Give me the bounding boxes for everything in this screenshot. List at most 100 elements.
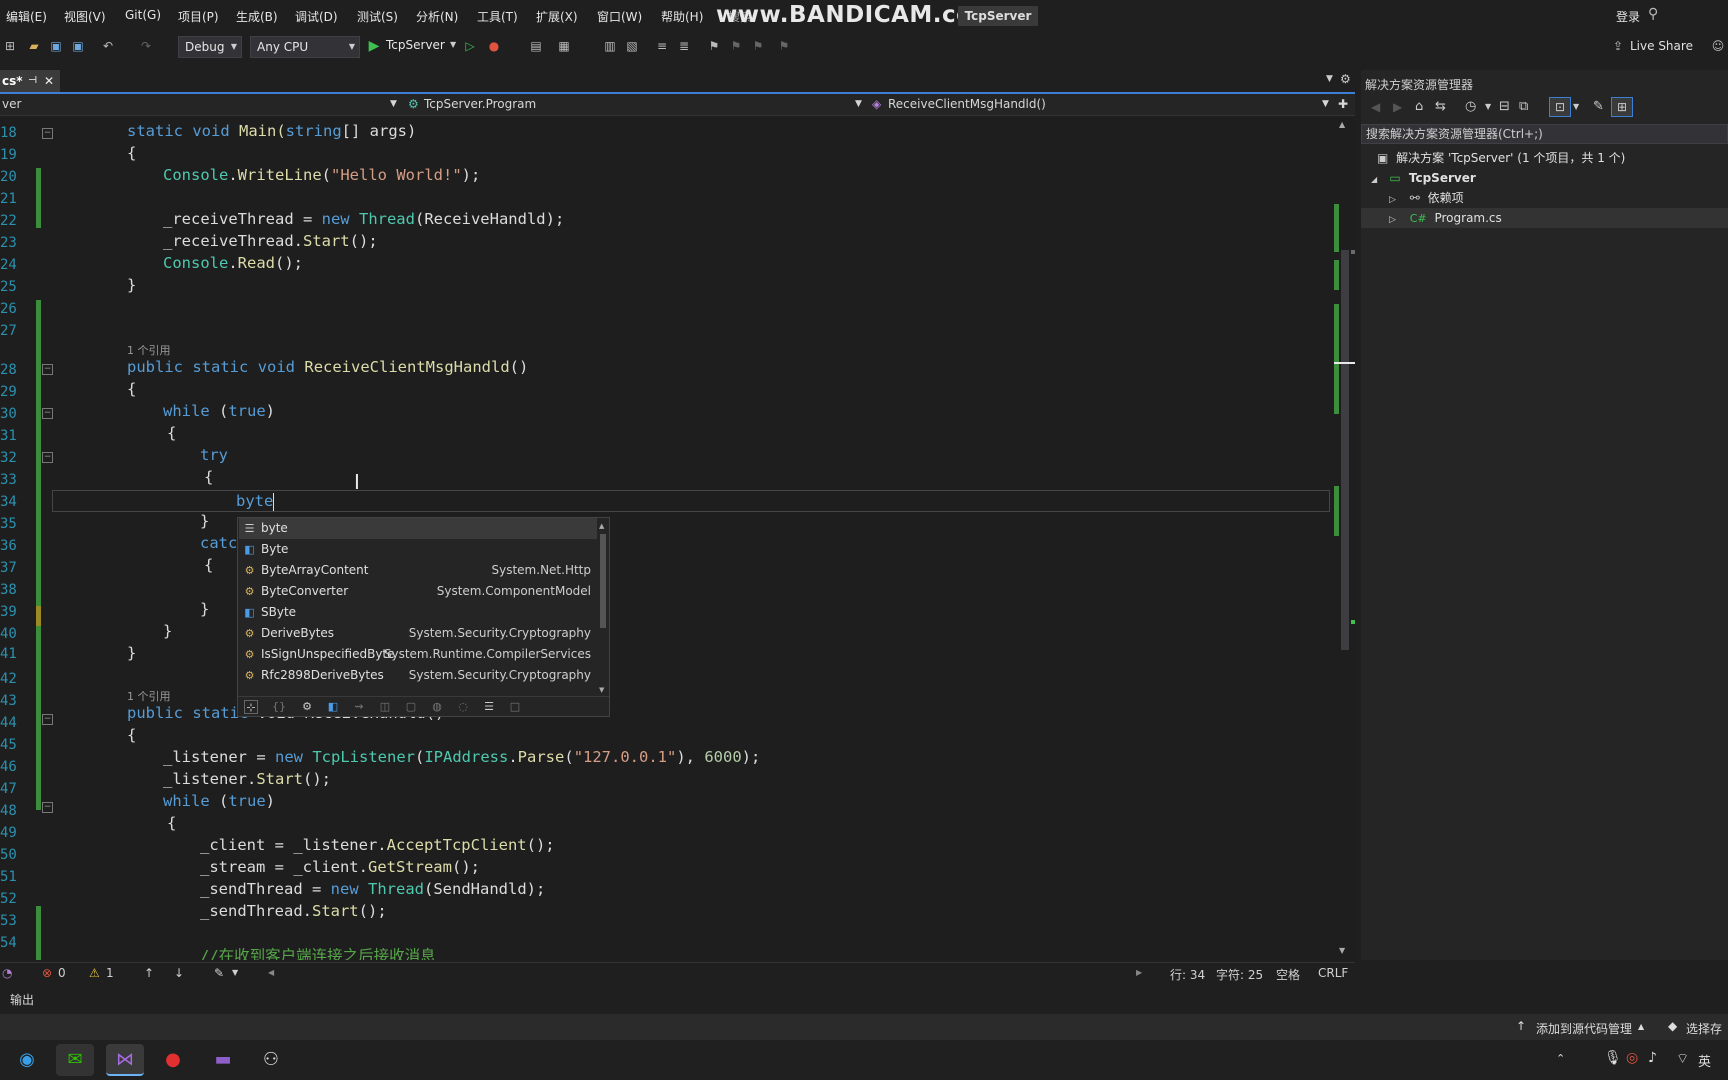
fold-toggle-icon[interactable]: −: [42, 364, 53, 375]
completion-item[interactable]: ◧ SByte: [239, 602, 597, 623]
split-icon[interactable]: ✚: [1338, 97, 1348, 111]
home-icon[interactable]: ⌂: [1415, 99, 1423, 114]
edge-icon[interactable]: ◉: [8, 1044, 46, 1076]
menu-view[interactable]: 视图(V): [64, 8, 106, 25]
app-icon[interactable]: ⚇: [252, 1044, 290, 1076]
close-icon[interactable]: ✕: [44, 70, 54, 92]
bandicam-icon[interactable]: ●: [154, 1044, 192, 1076]
undo-icon[interactable]: ↶: [100, 38, 116, 54]
struct-filter-icon[interactable]: ◧: [326, 700, 340, 714]
event-filter-icon[interactable]: ◌: [456, 700, 470, 714]
prev-issue-icon[interactable]: ↑: [144, 966, 154, 980]
copilot-icon[interactable]: ◔: [2, 966, 12, 980]
menu-edit[interactable]: 编辑(E): [6, 8, 47, 25]
completion-item[interactable]: ◧ Byte: [239, 539, 597, 560]
start-without-debug-icon[interactable]: ▷: [462, 38, 478, 54]
platform-dropdown[interactable]: Any CPU ▼: [250, 36, 360, 58]
show-all-files-icon[interactable]: ⊡: [1549, 97, 1571, 117]
pending-changes-icon[interactable]: ◷: [1465, 99, 1476, 114]
bookmark-prev-icon[interactable]: ⚑: [728, 38, 744, 54]
cursor-char[interactable]: 字符: 25: [1216, 966, 1263, 983]
error-count[interactable]: 0: [58, 966, 66, 980]
chevron-up-icon[interactable]: ⌃: [1556, 1052, 1565, 1065]
fold-toggle-icon[interactable]: −: [42, 452, 53, 463]
completion-item[interactable]: ⚙ ByteArrayContent System.Net.Http: [239, 560, 597, 581]
chevron-down-icon[interactable]: ▼: [855, 99, 862, 109]
menu-help[interactable]: 帮助(H): [661, 8, 703, 25]
run-target-label[interactable]: TcpServer: [386, 38, 445, 52]
repo-icon[interactable]: ◆: [1668, 1019, 1677, 1033]
sync-icon[interactable]: ⊟: [1499, 99, 1510, 114]
completion-scrollbar[interactable]: ▲ ▼: [599, 522, 607, 698]
menu-analyze[interactable]: 分析(N): [416, 8, 458, 25]
live-share-icon[interactable]: ⇪: [1610, 38, 1626, 54]
weibo-icon[interactable]: ◎: [1626, 1050, 1638, 1066]
chevron-down-icon[interactable]: ▼: [1573, 102, 1579, 111]
menu-project[interactable]: 项目(P): [178, 8, 219, 25]
upload-icon[interactable]: ↑: [1516, 1019, 1526, 1033]
wechat-icon[interactable]: ✉: [56, 1044, 94, 1076]
properties-icon[interactable]: ✎: [1593, 99, 1604, 114]
tab-program-cs[interactable]: cs* ⊣ ✕: [0, 70, 60, 92]
layout-icon[interactable]: ▦: [556, 38, 572, 54]
code-editor[interactable]: 18 19 20 21 22 23 24 25 26 27 28 29 30 3…: [0, 116, 1355, 960]
solution-search-input[interactable]: 搜索解决方案资源管理器(Ctrl+;): [1361, 124, 1728, 144]
chevron-down-icon[interactable]: ▼: [1326, 74, 1333, 84]
menu-extensions[interactable]: 扩展(X): [536, 8, 578, 25]
line-ending[interactable]: CRLF: [1318, 966, 1348, 980]
back-icon[interactable]: ◀: [1371, 100, 1380, 114]
menu-debug[interactable]: 调试(D): [295, 8, 338, 25]
scroll-right-icon[interactable]: ▶: [1136, 968, 1142, 977]
fold-toggle-icon[interactable]: −: [42, 802, 53, 813]
codelens-references[interactable]: 1 个引用: [127, 342, 171, 358]
intellisense-popup[interactable]: ☰ byte ◧ Byte ⚙ ByteArrayContent System.Net.…: [237, 517, 610, 717]
codelens-references[interactable]: 1 个引用: [127, 688, 171, 704]
completion-item[interactable]: ⚙ Rfc2898DeriveBytes System.Security.Crypt…: [239, 665, 597, 686]
visual-studio-icon[interactable]: ⋈: [106, 1044, 144, 1076]
forward-icon[interactable]: ▶: [1393, 100, 1402, 114]
input-method[interactable]: 英: [1698, 1051, 1711, 1070]
new-item-icon[interactable]: ⊞: [2, 38, 18, 54]
scroll-down-icon[interactable]: ▼: [599, 686, 604, 694]
snippet-filter-icon[interactable]: □: [508, 700, 522, 714]
tree-project[interactable]: ◢ ▭ TcpServer: [1371, 168, 1476, 188]
warning-icon[interactable]: ⚠: [89, 966, 100, 980]
login-link[interactable]: 登录: [1616, 8, 1640, 25]
align-icon[interactable]: ▥: [602, 38, 618, 54]
menu-tools[interactable]: 工具(T): [477, 8, 518, 25]
wifi-icon[interactable]: ⌔: [1676, 1050, 1689, 1068]
output-tab-label[interactable]: 输出: [10, 991, 34, 1008]
redo-icon[interactable]: ↷: [138, 38, 154, 54]
live-share-button[interactable]: Live Share: [1630, 39, 1693, 53]
expanded-icon[interactable]: ◢: [1371, 175, 1377, 184]
nav-class[interactable]: TcpServer.Program: [424, 97, 536, 111]
scroll-left-icon[interactable]: ◀: [268, 968, 274, 977]
chevron-down-icon[interactable]: ▼: [450, 40, 456, 49]
tree-solution[interactable]: ▣ 解决方案 'TcpServer' (1 个项目，共 1 个): [1377, 148, 1625, 168]
collapsed-icon[interactable]: ▷: [1389, 215, 1396, 225]
outdent-icon[interactable]: ≣: [676, 38, 692, 54]
enum-filter-icon[interactable]: ▢: [404, 700, 418, 714]
bookmark-clear-icon[interactable]: ⚑: [776, 38, 792, 54]
completion-item[interactable]: ⚙ IsSignUnspecifiedByte System.Runtime.Com…: [239, 644, 597, 665]
menu-git[interactable]: Git(G): [125, 8, 161, 22]
scroll-up-icon[interactable]: ▲: [1339, 120, 1345, 129]
terminal-icon[interactable]: ▬: [204, 1044, 242, 1076]
preview-icon[interactable]: ⊞: [1611, 97, 1633, 117]
gear-icon[interactable]: ⚙: [1340, 72, 1351, 86]
folder-icon[interactable]: ▤: [528, 38, 544, 54]
indent-icon[interactable]: ≡: [654, 38, 670, 54]
bookmark-icon[interactable]: ⚑: [706, 38, 722, 54]
editor-scrollbar[interactable]: ▲ ▼: [1334, 116, 1355, 960]
microphone-icon[interactable]: 🎙: [1604, 1050, 1622, 1066]
nav-project[interactable]: ver: [2, 97, 21, 111]
fold-toggle-icon[interactable]: −: [42, 128, 53, 139]
module-filter-icon[interactable]: ◍: [430, 700, 444, 714]
scroll-down-icon[interactable]: ▼: [1339, 946, 1345, 955]
chevron-down-icon[interactable]: ▼: [1322, 99, 1329, 109]
save-all-icon[interactable]: ▣: [70, 38, 86, 54]
switch-views-icon[interactable]: ⇆: [1435, 99, 1446, 114]
expand-filter-icon[interactable]: ⊹: [244, 700, 258, 714]
panels-icon[interactable]: ▧: [624, 38, 640, 54]
delegate-filter-icon[interactable]: ⇝: [352, 700, 366, 714]
